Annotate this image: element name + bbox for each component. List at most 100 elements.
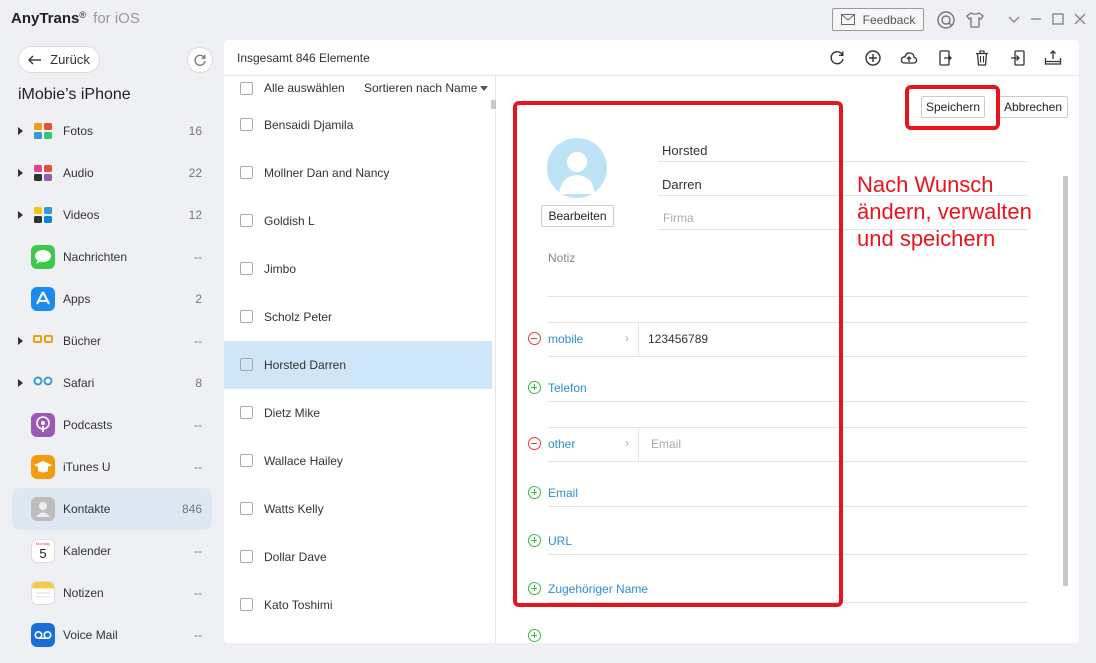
arrow-left-icon	[28, 55, 42, 64]
annotation-line: ändern, verwalten	[857, 199, 1032, 224]
list-item[interactable]: Jimbo	[224, 245, 492, 293]
detail-scrollbar[interactable]	[1063, 176, 1068, 586]
add-icon[interactable]	[863, 48, 883, 68]
export-device-icon[interactable]	[935, 48, 955, 68]
contact-name: Wallace Hailey	[264, 454, 343, 468]
sidebar-item-buecher[interactable]: Bücher --	[12, 320, 212, 362]
sidebar-item-count: 22	[188, 166, 202, 180]
audio-icon	[31, 161, 55, 185]
list-item-selected[interactable]: Horsted Darren	[224, 341, 492, 389]
refresh-button[interactable]	[187, 47, 213, 73]
row-checkbox[interactable]	[240, 358, 253, 371]
sidebar-item-count: --	[194, 250, 202, 264]
contact-name: Horsted Darren	[264, 358, 347, 372]
select-all-checkbox[interactable]	[240, 82, 253, 95]
app-suffix: for iOS	[93, 10, 140, 27]
row-checkbox[interactable]	[240, 502, 253, 515]
sidebar-item-podcasts[interactable]: Podcasts --	[12, 404, 212, 446]
back-label: Zurück	[50, 52, 90, 67]
to-computer-icon[interactable]	[1043, 48, 1063, 68]
add-field-icon[interactable]	[528, 629, 541, 642]
sidebar-item-label: Notizen	[63, 586, 104, 600]
sidebar-item-notizen[interactable]: Notizen --	[12, 572, 212, 614]
sidebar-item-fotos[interactable]: Fotos 16	[12, 110, 212, 152]
contact-name: Mollner Dan and Nancy	[264, 166, 390, 180]
sidebar-item-kontakte[interactable]: Kontakte 846	[12, 488, 212, 530]
sidebar-item-label: Bücher	[63, 334, 102, 348]
main-toolbar: Insgesamt 846 Elemente	[224, 40, 1079, 76]
back-button[interactable]: Zurück	[18, 46, 100, 73]
list-item[interactable]: Kato Toshimi	[224, 581, 492, 629]
sidebar-item-itunes-u[interactable]: iTunes U --	[12, 446, 212, 488]
caret-down-icon[interactable]	[480, 86, 488, 91]
videos-icon	[31, 203, 55, 227]
minimize-icon[interactable]	[1029, 12, 1043, 26]
row-checkbox[interactable]	[240, 406, 253, 419]
sidebar-item-label: Audio	[63, 166, 94, 180]
app-reg-mark: ®	[79, 10, 86, 20]
caret-right-icon[interactable]	[18, 169, 23, 177]
caret-right-icon[interactable]	[18, 379, 23, 387]
caret-right-icon[interactable]	[18, 211, 23, 219]
sidebar-item-count: --	[194, 460, 202, 474]
sidebar-item-count: 12	[188, 208, 202, 222]
row-checkbox[interactable]	[240, 598, 253, 611]
sidebar-item-count: --	[194, 418, 202, 432]
sidebar-item-audio[interactable]: Audio 22	[12, 152, 212, 194]
select-all-label[interactable]: Alle auswählen	[264, 81, 345, 95]
messages-icon	[31, 245, 55, 269]
sidebar-item-kalender[interactable]: Monday 5 Kalender --	[12, 530, 212, 572]
app-name: AnyTrans	[11, 10, 80, 27]
caret-right-icon[interactable]	[18, 337, 23, 345]
list-item[interactable]: Watts Kelly	[224, 485, 492, 533]
list-item[interactable]: Dollar Dave	[224, 533, 492, 581]
search-circle-icon[interactable]	[935, 9, 957, 31]
annotation-line: Nach Wunsch	[857, 172, 994, 197]
row-checkbox[interactable]	[240, 454, 253, 467]
row-checkbox[interactable]	[240, 262, 253, 275]
sidebar-item-voice-mail[interactable]: Voice Mail --	[12, 614, 212, 656]
feedback-button[interactable]: Feedback	[832, 8, 924, 31]
sidebar-item-label: Kontakte	[63, 502, 111, 516]
sidebar-item-label: Videos	[63, 208, 100, 222]
contact-name: Scholz Peter	[264, 310, 333, 324]
sidebar-item-count: 8	[195, 376, 202, 390]
feedback-label: Feedback	[862, 12, 916, 27]
sidebar-item-safari[interactable]: Safari 8	[12, 362, 212, 404]
maximize-icon[interactable]	[1051, 12, 1065, 26]
list-item[interactable]: Goldish L	[224, 197, 492, 245]
trash-icon[interactable]	[972, 48, 992, 68]
sidebar-item-count: 2	[195, 292, 202, 306]
close-icon[interactable]	[1073, 12, 1087, 26]
sidebar-item-label: Safari	[63, 376, 95, 390]
list-item[interactable]: Wallace Hailey	[224, 437, 492, 485]
sidebar-item-videos[interactable]: Videos 12	[12, 194, 212, 236]
contact-list: Alle auswählen Sortieren nach Name Bensa…	[224, 76, 496, 643]
tshirt-icon[interactable]	[964, 9, 986, 31]
list-item[interactable]: Mollner Dan and Nancy	[224, 149, 492, 197]
list-item[interactable]: Scholz Peter	[224, 293, 492, 341]
cloud-upload-icon[interactable]	[899, 48, 919, 68]
sidebar-item-apps[interactable]: Apps 2	[12, 278, 212, 320]
row-checkbox[interactable]	[240, 550, 253, 563]
row-checkbox[interactable]	[240, 310, 253, 323]
sort-dropdown[interactable]: Sortieren nach Name	[364, 81, 477, 95]
refresh-icon	[194, 54, 206, 66]
row-checkbox[interactable]	[240, 118, 253, 131]
row-checkbox[interactable]	[240, 214, 253, 227]
chevron-down-icon[interactable]	[1007, 12, 1021, 26]
annotation-text: Nach Wunsch ändern, verwalten und speich…	[857, 171, 1032, 252]
sidebar: Zurück iMobie’s iPhone Fotos 16 Audio 22	[0, 40, 222, 663]
import-device-icon[interactable]	[1008, 48, 1028, 68]
list-item[interactable]: Bensaidi Djamila	[224, 101, 492, 149]
caret-right-icon[interactable]	[18, 127, 23, 135]
list-item[interactable]: Dietz Mike	[224, 389, 492, 437]
sidebar-item-count: 846	[181, 502, 202, 516]
sidebar-item-nachrichten[interactable]: Nachrichten --	[12, 236, 212, 278]
envelope-icon	[840, 14, 855, 25]
sidebar-item-label: Fotos	[63, 124, 94, 138]
cancel-button[interactable]: Abbrechen	[998, 96, 1068, 118]
refresh-icon[interactable]	[827, 48, 847, 68]
podcasts-icon	[31, 413, 55, 437]
row-checkbox[interactable]	[240, 166, 253, 179]
